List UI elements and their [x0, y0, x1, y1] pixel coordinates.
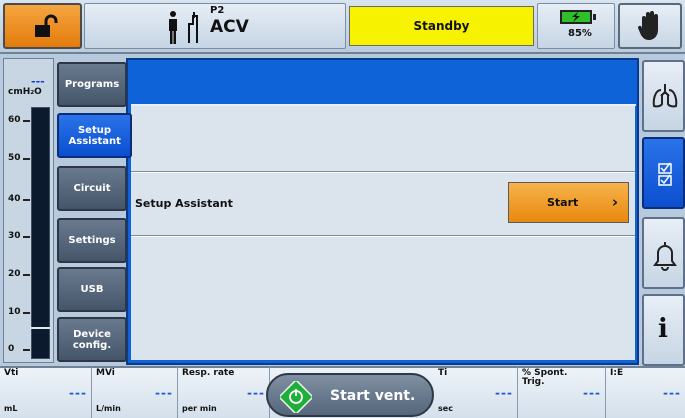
nav-label: Setup Assistant	[68, 124, 121, 147]
tick-label: 40	[8, 194, 21, 204]
side-lungs-button[interactable]	[642, 60, 685, 132]
param-value: ---	[495, 386, 513, 400]
status-text: Standby	[413, 19, 470, 33]
param-value: ---	[247, 386, 265, 400]
battery-percent: 85%	[568, 28, 592, 39]
hand-icon	[637, 11, 658, 40]
param-ie: I:E ---	[606, 367, 685, 418]
start-vent-icon	[280, 381, 312, 413]
divider	[131, 236, 635, 237]
param-name: I:E	[610, 368, 624, 378]
param-name: Resp. rate	[182, 368, 235, 378]
tick-label: 50	[8, 153, 21, 163]
checklist-icon	[658, 162, 672, 186]
param-ti: Ti --- sec	[434, 367, 518, 418]
nav-label: Device config.	[72, 328, 112, 351]
lock-button[interactable]	[3, 3, 82, 49]
nav-circuit[interactable]: Circuit	[57, 166, 127, 211]
tick-mark	[23, 158, 30, 160]
nav-device-config[interactable]: Device config.	[57, 317, 127, 362]
param-value: ---	[583, 386, 601, 400]
tick-mark	[23, 120, 30, 122]
param-name: Vti	[4, 368, 19, 378]
unlock-icon	[35, 14, 58, 37]
battery-panel: 85%	[537, 3, 615, 49]
nav-label: USB	[80, 284, 104, 295]
tick-label: 10	[8, 307, 21, 317]
param-resp-rate: Resp. rate --- per min	[178, 367, 270, 418]
start-label: Start	[547, 196, 579, 209]
param-unit: mL	[4, 404, 18, 413]
param-unit: sec	[438, 404, 453, 413]
pressure-bar-marker	[31, 327, 50, 329]
start-ventilation-button[interactable]: Start vent.	[266, 373, 434, 417]
pressure-bar	[31, 107, 50, 359]
param-spont-trig: % Spont. Trig. ---	[518, 367, 606, 418]
param-value: ---	[663, 386, 681, 400]
nav-label: Circuit	[73, 183, 111, 194]
battery-icon	[560, 10, 596, 24]
side-alarm-button[interactable]	[642, 217, 685, 289]
pressure-unit: cmH₂O	[8, 87, 42, 97]
divider	[131, 172, 635, 173]
tick-mark	[23, 199, 30, 201]
patient-icon	[169, 11, 198, 44]
param-unit: L/min	[96, 404, 121, 413]
setup-assistant-content	[131, 106, 635, 360]
param-unit: per min	[182, 404, 217, 413]
nav-label: Settings	[68, 235, 116, 246]
tick-mark	[23, 274, 30, 276]
param-vti: Vti --- mL	[0, 367, 92, 418]
ventilation-mode: ACV	[210, 17, 249, 37]
param-name: % Spont. Trig.	[522, 368, 568, 387]
param-value: ---	[155, 386, 173, 400]
alarm-silence-button[interactable]	[618, 3, 682, 49]
patient-id: P2	[210, 5, 225, 16]
status-indicator: Standby	[349, 6, 534, 46]
nav-label: Programs	[64, 79, 120, 90]
tick-label: 60	[8, 115, 21, 125]
param-name: MVi	[96, 368, 115, 378]
side-info-button[interactable]: i	[642, 294, 685, 366]
tick-mark	[23, 236, 30, 238]
nav-setup-assistant[interactable]: Setup Assistant	[57, 113, 132, 158]
param-name: Ti	[438, 368, 448, 378]
info-icon: i	[658, 314, 668, 344]
nav-settings[interactable]: Settings	[57, 218, 127, 263]
param-mvi: MVi --- L/min	[92, 367, 178, 418]
param-value: ---	[69, 386, 87, 400]
chevron-right-icon: ›	[611, 193, 618, 211]
bell-icon	[653, 242, 677, 271]
side-checklist-button[interactable]	[642, 137, 685, 209]
start-setup-button[interactable]: Start ›	[508, 182, 629, 223]
setup-assistant-label: Setup Assistant	[135, 197, 233, 210]
nav-programs[interactable]: Programs	[57, 62, 127, 107]
tick-label: 20	[8, 269, 21, 279]
start-vent-label: Start vent.	[330, 388, 416, 404]
tick-label: 0	[8, 344, 15, 354]
lungs-icon	[652, 84, 678, 108]
nav-usb[interactable]: USB	[57, 267, 127, 312]
tick-mark	[23, 349, 30, 351]
tick-mark	[23, 312, 30, 314]
tick-label: 30	[8, 231, 21, 241]
